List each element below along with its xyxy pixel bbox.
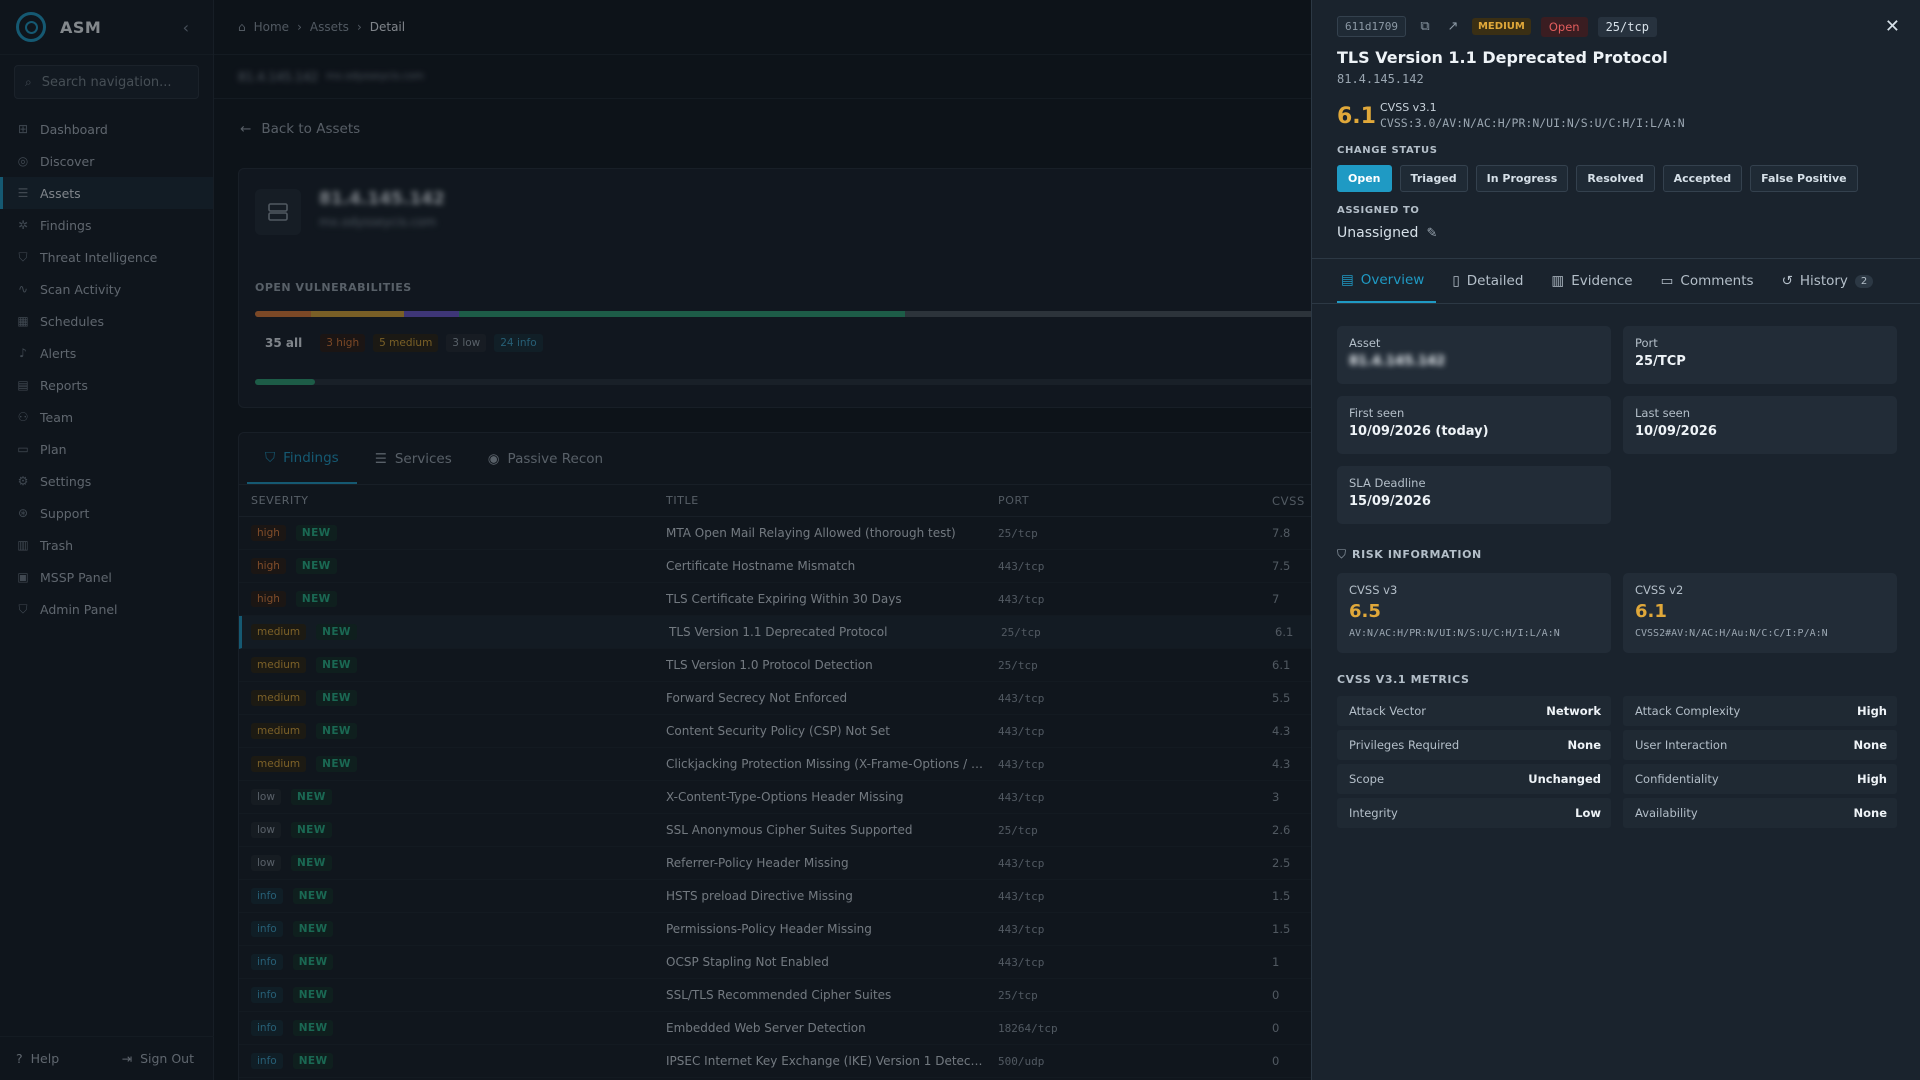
risk-cvss-v3: CVSS v3 6.5 AV:N/AC:H/PR:N/UI:N/S:U/C:H/I:… bbox=[1337, 573, 1611, 653]
metric-value: Network bbox=[1546, 704, 1601, 718]
info-value: 10/09/2026 (today) bbox=[1349, 424, 1489, 439]
status-in-progress-button[interactable]: In Progress bbox=[1475, 165, 1569, 192]
info-value: 25/TCP bbox=[1635, 354, 1686, 369]
panel-header-badges: 611d1709 ⧉ ↗ MEDIUM Open 25/tcp bbox=[1337, 16, 1657, 37]
assignee-value: Unassigned bbox=[1337, 225, 1419, 241]
tab-label: Evidence bbox=[1571, 273, 1633, 289]
finding-id: 611d1709 bbox=[1337, 16, 1406, 37]
tab-label: Comments bbox=[1680, 273, 1754, 289]
risk-cvss-v2: CVSS v2 6.1 CVSS2#AV:N/AC:H/Au:N/C:C/I:P/A… bbox=[1623, 573, 1897, 653]
risk-grid: CVSS v3 6.5 AV:N/AC:H/PR:N/UI:N/S:U/C:H/I:… bbox=[1337, 573, 1897, 653]
copy-icon[interactable]: ⧉ bbox=[1416, 19, 1434, 34]
metric-value: Unchanged bbox=[1528, 772, 1601, 786]
tab-label: Detailed bbox=[1466, 273, 1524, 289]
cvss-metrics-label: CVSS V3.1 METRICS bbox=[1337, 673, 1470, 686]
metric-privileges-required: Privileges Required None bbox=[1337, 730, 1611, 760]
cvss-score: 6.1 bbox=[1337, 104, 1376, 129]
cvss-version-label: CVSS v3.1 bbox=[1380, 101, 1437, 114]
info-port: Port 25/TCP bbox=[1623, 326, 1897, 384]
port-badge: 25/tcp bbox=[1597, 16, 1657, 37]
metric-user-interaction: User Interaction None bbox=[1623, 730, 1897, 760]
info-last-seen: Last seen 10/09/2026 bbox=[1623, 396, 1897, 454]
risk-information-label: RISK INFORMATION bbox=[1352, 548, 1482, 561]
finding-ip: 81.4.145.142 bbox=[1337, 72, 1424, 86]
metric-attack-vector: Attack Vector Network bbox=[1337, 696, 1611, 726]
info-value: 81.4.145.142 bbox=[1349, 354, 1446, 369]
info-value: 15/09/2026 bbox=[1349, 494, 1431, 509]
info-value: 10/09/2026 bbox=[1635, 424, 1717, 439]
status-resolved-button[interactable]: Resolved bbox=[1576, 165, 1655, 192]
metric-name: Integrity bbox=[1349, 806, 1398, 820]
status-triaged-button[interactable]: Triaged bbox=[1399, 165, 1468, 192]
tab-detailed[interactable]: ▯ Detailed bbox=[1448, 259, 1535, 303]
status-accepted-button[interactable]: Accepted bbox=[1662, 165, 1743, 192]
history-icon: ↺ bbox=[1781, 273, 1793, 289]
info-label: Asset bbox=[1349, 336, 1381, 350]
metric-name: Attack Complexity bbox=[1635, 704, 1741, 718]
risk-information-header: ⛉ RISK INFORMATION bbox=[1337, 547, 1482, 562]
metric-name: Attack Vector bbox=[1349, 704, 1427, 718]
external-link-icon[interactable]: ↗ bbox=[1444, 19, 1462, 34]
metric-value: None bbox=[1567, 738, 1601, 752]
tab-history[interactable]: ↺ History 2 bbox=[1778, 259, 1886, 303]
tab-comments[interactable]: ▭ Comments bbox=[1657, 259, 1766, 303]
finding-title: TLS Version 1.1 Deprecated Protocol bbox=[1337, 48, 1668, 67]
risk-vector: AV:N/AC:H/PR:N/UI:N/S:U/C:H/I:L/A:N bbox=[1349, 628, 1560, 639]
tab-evidence[interactable]: ▥ Evidence bbox=[1547, 259, 1644, 303]
tab-label: Overview bbox=[1360, 272, 1425, 288]
info-asset: Asset 81.4.145.142 bbox=[1337, 326, 1611, 384]
close-icon[interactable]: ✕ bbox=[1885, 16, 1900, 37]
metric-integrity: Integrity Low bbox=[1337, 798, 1611, 828]
severity-badge: MEDIUM bbox=[1471, 18, 1531, 35]
info-label: Last seen bbox=[1635, 406, 1691, 420]
metric-attack-complexity: Attack Complexity High bbox=[1623, 696, 1897, 726]
finding-info-grid: Asset 81.4.145.142 Port 25/TCP First seen 10/… bbox=[1337, 326, 1897, 524]
cvss-metrics-grid: Attack Vector Network Attack Complexity Hig… bbox=[1337, 696, 1897, 828]
assigned-to-label: ASSIGNED TO bbox=[1337, 205, 1420, 216]
tab-label: History bbox=[1799, 273, 1848, 289]
metric-value: None bbox=[1853, 806, 1887, 820]
metric-confidentiality: Confidentiality High bbox=[1623, 764, 1897, 794]
metric-value: High bbox=[1857, 772, 1887, 786]
finding-detail-panel: 611d1709 ⧉ ↗ MEDIUM Open 25/tcp ✕ TLS Ve… bbox=[1311, 0, 1920, 1080]
risk-vector: CVSS2#AV:N/AC:H/Au:N/C:C/I:P/A:N bbox=[1635, 628, 1828, 639]
status-open-button[interactable]: Open bbox=[1337, 165, 1392, 192]
metric-name: Scope bbox=[1349, 772, 1385, 786]
shield-icon: ⛉ bbox=[1337, 547, 1347, 561]
assignee[interactable]: Unassigned ✎ bbox=[1337, 225, 1437, 241]
metric-name: Availability bbox=[1635, 806, 1698, 820]
modal-backdrop[interactable] bbox=[0, 0, 1311, 1080]
metric-value: None bbox=[1853, 738, 1887, 752]
status-badge: Open bbox=[1540, 16, 1588, 37]
metric-name: User Interaction bbox=[1635, 738, 1728, 752]
tab-overview[interactable]: ▤ Overview bbox=[1337, 259, 1437, 303]
metric-name: Confidentiality bbox=[1635, 772, 1719, 786]
evidence-icon: ▥ bbox=[1551, 273, 1565, 289]
risk-label: CVSS v3 bbox=[1349, 583, 1398, 597]
metric-scope: Scope Unchanged bbox=[1337, 764, 1611, 794]
info-first-seen: First seen 10/09/2026 (today) bbox=[1337, 396, 1611, 454]
cvss-vector: CVSS:3.0/AV:N/AC:H/PR:N/UI:N/S:U/C:H/I:L… bbox=[1380, 116, 1685, 130]
info-sla-deadline: SLA Deadline 15/09/2026 bbox=[1337, 466, 1611, 524]
comments-icon: ▭ bbox=[1660, 273, 1674, 289]
metric-availability: Availability None bbox=[1623, 798, 1897, 828]
info-label: First seen bbox=[1349, 406, 1405, 420]
metric-name: Privileges Required bbox=[1349, 738, 1460, 752]
detailed-icon: ▯ bbox=[1452, 273, 1460, 289]
status-buttons: Open Triaged In Progress Resolved Accepted Fa… bbox=[1337, 165, 1858, 192]
metric-value: High bbox=[1857, 704, 1887, 718]
history-count-badge: 2 bbox=[1854, 274, 1874, 288]
risk-label: CVSS v2 bbox=[1635, 583, 1684, 597]
info-label: Port bbox=[1635, 336, 1658, 350]
metric-value: Low bbox=[1575, 806, 1601, 820]
change-status-label: CHANGE STATUS bbox=[1337, 145, 1438, 156]
overview-icon: ▤ bbox=[1341, 272, 1354, 288]
risk-score: 6.1 bbox=[1635, 601, 1667, 622]
panel-tabs: ▤ Overview ▯ Detailed ▥ Evidence ▭ Comments ↺ His… bbox=[1312, 258, 1920, 304]
info-label: SLA Deadline bbox=[1349, 476, 1426, 490]
risk-score: 6.5 bbox=[1349, 601, 1381, 622]
status-false-positive-button[interactable]: False Positive bbox=[1750, 165, 1858, 192]
pencil-icon[interactable]: ✎ bbox=[1426, 226, 1437, 241]
